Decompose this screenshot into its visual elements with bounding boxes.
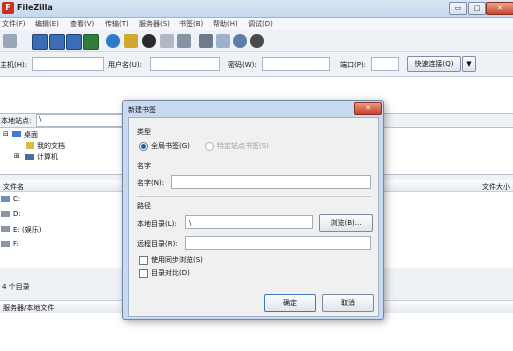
- dialog-body: 类型 全局书签(G) 特定站点书签(S) 名字 名字(N): 路径 本地目录(L…: [128, 117, 379, 317]
- menu-bar: 文件(F) 编辑(E) 查看(V) 传输(T) 服务器(S) 书签(B) 帮助(…: [0, 18, 513, 30]
- filter-icon[interactable]: [199, 34, 213, 48]
- browse-button[interactable]: 浏览(B)...: [319, 214, 373, 232]
- refresh-icon[interactable]: [106, 34, 120, 48]
- filezilla-logo-icon: F: [2, 2, 14, 14]
- tree-expander-icon[interactable]: ⊞: [14, 152, 20, 160]
- ok-button[interactable]: 确定: [264, 294, 316, 312]
- port-input[interactable]: [371, 57, 399, 71]
- dir-compare-label[interactable]: 目录对比(D): [151, 268, 190, 278]
- menu-transfer[interactable]: 传输(T): [105, 19, 129, 29]
- column-filename[interactable]: 文件名: [3, 182, 24, 192]
- quickconnect-bar: 主机(H): 用户名(U): 密码(W): 端口(P): 快速连接(Q) ▼: [0, 52, 513, 77]
- menu-debug[interactable]: 调试(D): [248, 19, 273, 29]
- drive-icon: [1, 226, 10, 232]
- name-label: 名字(N):: [137, 179, 165, 187]
- disconnect-icon[interactable]: [160, 34, 174, 48]
- remote-directory-input[interactable]: [185, 236, 371, 250]
- remote-directory-label: 远程目录(R):: [137, 240, 178, 248]
- minimize-button[interactable]: ▭: [449, 2, 467, 15]
- name-input[interactable]: [171, 175, 371, 189]
- toggle-queue-icon[interactable]: [83, 34, 99, 50]
- cancel-button[interactable]: 取消: [322, 294, 374, 312]
- window-title: FileZilla: [17, 3, 53, 12]
- username-label: 用户名(U):: [108, 61, 142, 69]
- dir-compare-checkbox[interactable]: [139, 269, 148, 278]
- host-input[interactable]: [32, 57, 104, 71]
- list-item[interactable]: F:: [13, 240, 19, 248]
- divider: [137, 196, 371, 197]
- search-icon[interactable]: [250, 34, 264, 48]
- tree-expander-icon[interactable]: ⊟: [3, 130, 9, 138]
- desktop-icon: [12, 131, 21, 137]
- toggle-log-icon[interactable]: [32, 34, 48, 50]
- tree-item-computer[interactable]: 计算机: [37, 152, 58, 162]
- drive-icon: [1, 196, 10, 202]
- column-server-local-file[interactable]: 服务器/本地文件: [3, 303, 54, 313]
- title-bar: F FileZilla ▭ □ ✕: [0, 0, 513, 18]
- quickconnect-button[interactable]: 快速连接(Q): [407, 56, 461, 72]
- tree-item-my-documents[interactable]: 我的文档: [37, 141, 65, 151]
- menu-help[interactable]: 帮助(H): [213, 19, 238, 29]
- site-bookmark-radio[interactable]: [205, 142, 214, 151]
- path-section-label: 路径: [137, 202, 151, 210]
- process-queue-icon[interactable]: [124, 34, 138, 48]
- local-directory-input[interactable]: \: [185, 215, 313, 229]
- menu-bookmarks[interactable]: 书签(B): [179, 19, 203, 29]
- maximize-button[interactable]: □: [468, 2, 486, 15]
- password-input[interactable]: [262, 57, 330, 71]
- list-item[interactable]: D:: [13, 210, 21, 218]
- site-bookmark-label[interactable]: 特定站点书签(S): [217, 141, 269, 151]
- quickconnect-dropdown-icon[interactable]: ▼: [462, 56, 476, 72]
- reconnect-icon[interactable]: [177, 34, 191, 48]
- toolbar: [0, 31, 513, 52]
- local-directory-label: 本地目录(L):: [137, 220, 177, 228]
- dialog-title: 新建书签: [128, 106, 156, 114]
- type-section-label: 类型: [137, 128, 151, 136]
- compare-icon[interactable]: [216, 34, 230, 48]
- port-label: 端口(P):: [340, 61, 367, 69]
- sync-browse-label[interactable]: 使用同步浏览(S): [151, 255, 203, 265]
- menu-server[interactable]: 服务器(S): [139, 19, 170, 29]
- list-item[interactable]: E: (娱乐): [13, 225, 41, 235]
- cancel-icon[interactable]: [142, 34, 156, 48]
- toggle-local-tree-icon[interactable]: [49, 34, 65, 50]
- username-input[interactable]: [150, 57, 220, 71]
- menu-file[interactable]: 文件(F): [2, 19, 26, 29]
- site-manager-icon[interactable]: [3, 34, 17, 48]
- tree-item-desktop[interactable]: 桌面: [24, 130, 38, 140]
- local-site-label: 本地站点:: [1, 117, 32, 125]
- local-site-input[interactable]: \: [36, 114, 136, 127]
- global-bookmark-label[interactable]: 全局书签(G): [151, 141, 190, 151]
- computer-icon: [25, 154, 34, 160]
- menu-view[interactable]: 查看(V): [70, 19, 94, 29]
- folder-icon: [26, 142, 34, 149]
- drive-icon: [1, 241, 10, 247]
- sync-browse-checkbox[interactable]: [139, 256, 148, 265]
- host-label: 主机(H):: [0, 61, 28, 69]
- column-filesize[interactable]: 文件大小: [482, 182, 510, 192]
- new-bookmark-dialog: 新建书签 ✕ 类型 全局书签(G) 特定站点书签(S) 名字 名字(N): 路径…: [122, 100, 384, 320]
- close-button[interactable]: ✕: [486, 2, 513, 15]
- dialog-close-button[interactable]: ✕: [354, 102, 382, 115]
- sync-browse-icon[interactable]: [233, 34, 247, 48]
- password-label: 密码(W):: [228, 61, 257, 69]
- name-section-label: 名字: [137, 162, 151, 170]
- directory-count: 4 个目录: [2, 283, 30, 291]
- list-item[interactable]: C:: [13, 195, 20, 203]
- global-bookmark-radio[interactable]: [139, 142, 148, 151]
- drive-icon: [1, 211, 10, 217]
- app-window: F FileZilla ▭ □ ✕ 文件(F) 编辑(E) 查看(V) 传输(T…: [0, 0, 513, 351]
- toggle-remote-tree-icon[interactable]: [66, 34, 82, 50]
- menu-edit[interactable]: 编辑(E): [35, 19, 59, 29]
